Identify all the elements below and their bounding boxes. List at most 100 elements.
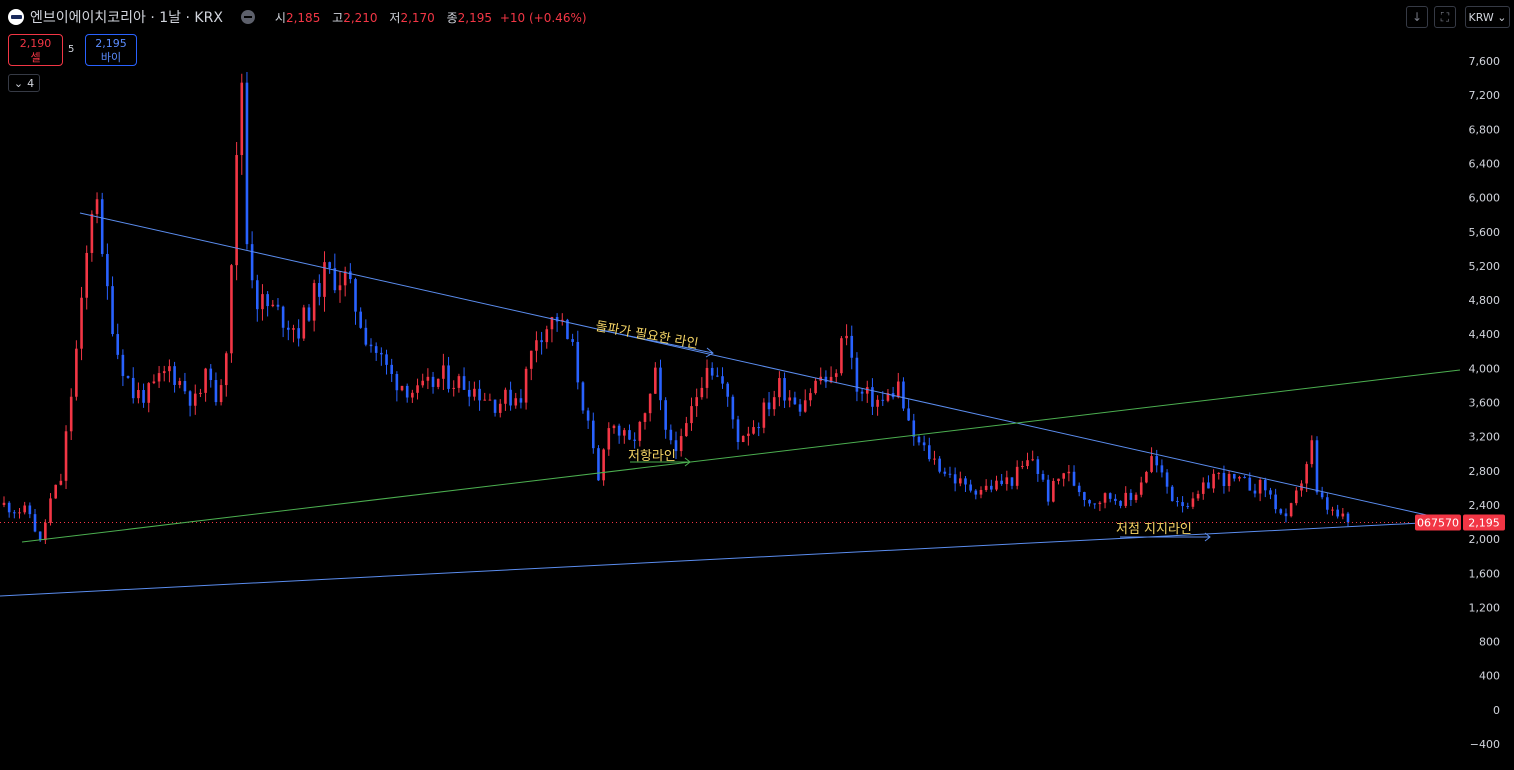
candle [519,398,523,403]
candle [106,253,109,287]
candle [131,377,135,399]
candle [13,512,16,514]
download-button[interactable]: ↓ [1406,6,1428,28]
candle [736,419,740,443]
price-chart[interactable]: 7,600 7,200 6,800 6,400 6,000 5,600 5,200 4,800… [0,0,1514,770]
candle [1005,477,1009,485]
candle [224,353,228,386]
sell-button[interactable]: 2,190 셀 [8,34,63,66]
candle [33,514,37,532]
symbol-title[interactable]: 엔브이에이치코리아 · 1날 · KRX [30,7,223,27]
buy-button[interactable]: 2,195 바이 [85,34,137,66]
candle [679,436,683,452]
resistance-trendline[interactable] [79,212,1441,519]
candle [1207,482,1210,489]
buy-label: 바이 [100,51,122,64]
candle [1026,460,1029,467]
candle [121,354,125,376]
candle [1289,503,1293,517]
candle [638,421,642,441]
candle [772,397,776,410]
candle [1155,456,1159,466]
candle [59,480,63,485]
candle [1124,492,1128,506]
candle [1196,493,1200,499]
price-axis-label: 6,800 [1469,123,1501,136]
candle [245,82,249,245]
candle [266,294,269,307]
candle [69,396,73,432]
candle [137,390,140,399]
candle [695,397,698,407]
candle [860,391,864,394]
candle [307,307,311,321]
candle [142,390,145,403]
candle [49,498,52,523]
candle [1119,500,1122,506]
currency-select[interactable]: KRW ⌄ [1465,6,1510,28]
candle [1310,440,1314,465]
candle [261,294,264,310]
price-axis-label: 7,200 [1469,89,1501,102]
candle [612,425,616,429]
candle [369,344,373,347]
candle [1015,466,1019,486]
hide-legend-icon[interactable] [240,10,255,24]
price-axis-label: 2,400 [1469,499,1501,512]
candle [411,392,414,398]
candle [100,199,104,254]
candle [442,365,445,379]
candle [953,474,957,484]
candle [995,480,998,490]
candle [1238,476,1241,479]
candle [64,431,68,481]
candle [1046,479,1050,502]
candle [44,522,47,541]
candle [628,430,631,440]
candle [374,346,378,353]
candle [271,304,275,307]
candle [927,445,931,460]
candle [1346,513,1350,523]
sell-label: 셀 [30,51,41,64]
candle [648,393,652,414]
rising-support-trendline[interactable] [21,369,1461,543]
price-axis-label: 6,400 [1469,157,1501,170]
price-axis-label: 4,000 [1469,362,1501,375]
change-value: +10 (+0.46%) [499,10,587,25]
price-axis-label: 3,200 [1469,431,1501,444]
low-support-trendline[interactable] [0,521,1441,597]
candle [462,376,466,390]
candle [75,348,78,397]
price-axis-label: 1,200 [1469,601,1501,614]
price-axis-label: 1,600 [1469,567,1501,580]
currency-value: KRW [1468,10,1494,24]
fullscreen-button[interactable]: ⛶ [1434,6,1456,28]
candle [959,478,962,484]
candle [281,306,285,328]
candle [147,383,151,403]
candle [1201,482,1205,494]
candle [1331,509,1334,511]
candle [1232,473,1236,479]
candle [1212,473,1215,489]
candle [1041,473,1045,480]
price-axis-label: 3,600 [1469,397,1501,410]
candle [555,317,559,322]
candle [395,374,399,391]
candle [214,380,218,403]
candle [126,375,130,378]
candle [467,389,471,397]
candle [912,420,916,437]
price-axis-label: 0 [1493,704,1500,717]
candle [1295,490,1298,504]
candle [7,502,11,513]
indicator-legend-toggle[interactable]: ⌄ 4 [8,74,40,92]
open-label: 시 [274,10,286,25]
candle [385,354,388,365]
candle [1181,502,1184,507]
candle [1057,478,1060,481]
candle [1269,490,1272,495]
candle [845,335,848,339]
candle [654,367,657,394]
